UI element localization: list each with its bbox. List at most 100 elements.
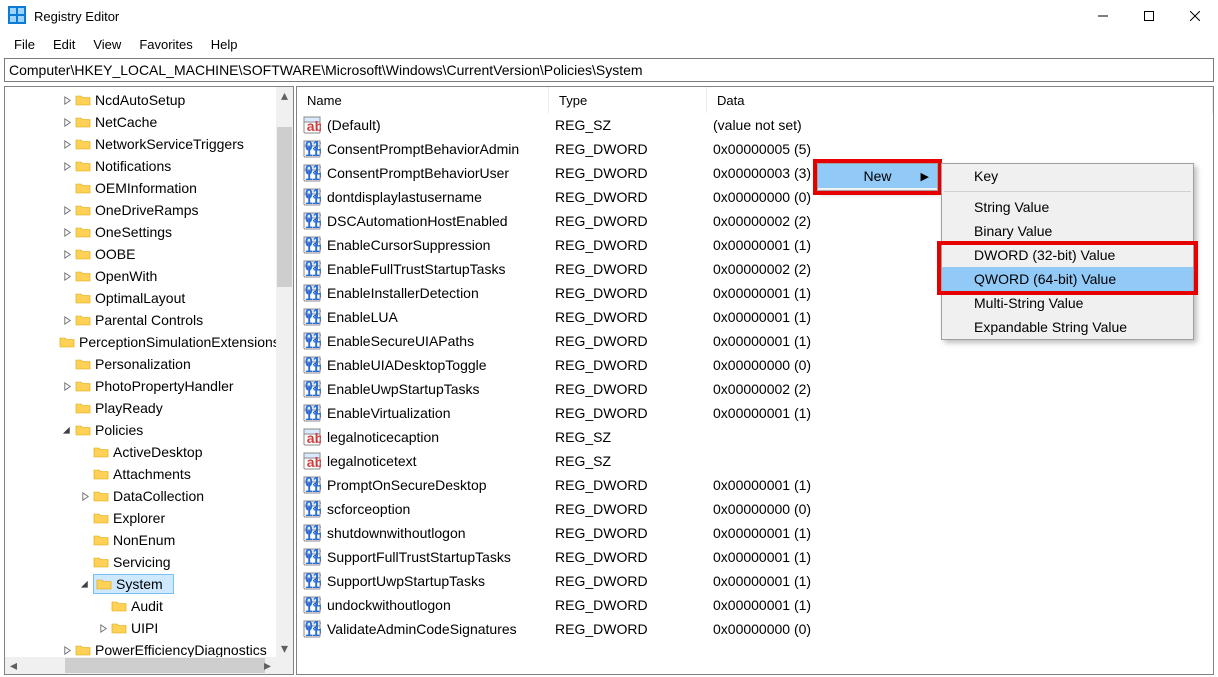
expand-icon[interactable] [59,158,75,174]
tree-item[interactable]: Personalization [5,353,276,375]
tree-item[interactable]: System [5,573,276,595]
address-bar[interactable]: Computer\HKEY_LOCAL_MACHINE\SOFTWARE\Mic… [4,58,1214,82]
menu-view[interactable]: View [85,35,129,54]
column-header-data[interactable]: Data [707,87,1213,113]
scroll-down-icon[interactable]: ▾ [276,640,293,657]
tree-item[interactable]: OneDriveRamps [5,199,276,221]
expand-icon[interactable] [59,378,75,394]
tree-item[interactable]: NonEnum [5,529,276,551]
list-row[interactable]: PromptOnSecureDesktopREG_DWORD0x00000001… [297,473,1213,497]
expand-icon[interactable] [59,312,75,328]
string-value-icon [303,428,321,446]
list-row[interactable]: (Default)REG_SZ(value not set) [297,113,1213,137]
context-menu-item[interactable]: String Value [942,195,1193,219]
tree-item[interactable]: PlayReady [5,397,276,419]
close-button[interactable] [1172,0,1218,32]
tree-item[interactable]: Explorer [5,507,276,529]
tree-item[interactable]: DataCollection [5,485,276,507]
value-name: DSCAutomationHostEnabled [327,213,508,229]
tree-item[interactable]: NetworkServiceTriggers [5,133,276,155]
tree-item[interactable]: OOBE [5,243,276,265]
value-name: dontdisplaylastusername [327,189,482,205]
tree-item[interactable]: NcdAutoSetup [5,89,276,111]
list-row[interactable]: ValidateAdminCodeSignaturesREG_DWORD0x00… [297,617,1213,641]
maximize-button[interactable] [1126,0,1172,32]
expand-icon[interactable] [59,114,75,130]
scroll-left-icon[interactable]: ◂ [5,657,22,674]
scroll-thumb[interactable] [277,127,292,287]
context-menu-item[interactable]: DWORD (32-bit) Value [942,243,1193,267]
collapse-icon[interactable] [59,422,75,438]
expand-icon[interactable] [59,268,75,284]
list-row[interactable]: SupportUwpStartupTasksREG_DWORD0x0000000… [297,569,1213,593]
tree-item[interactable]: PhotoPropertyHandler [5,375,276,397]
expand-icon[interactable] [59,246,75,262]
list-pane[interactable]: Name Type Data (Default)REG_SZ(value not… [296,86,1214,675]
minimize-button[interactable] [1080,0,1126,32]
tree-vertical-scrollbar[interactable]: ▴ ▾ [276,87,293,657]
tree-item[interactable]: Servicing [5,551,276,573]
list-row[interactable]: legalnoticecaptionREG_SZ [297,425,1213,449]
list-row[interactable]: EnableUwpStartupTasksREG_DWORD0x00000002… [297,377,1213,401]
tree-item[interactable]: OptimalLayout [5,287,276,309]
list-row[interactable]: EnableVirtualizationREG_DWORD0x00000001 … [297,401,1213,425]
expand-icon[interactable] [59,642,75,657]
tree-item[interactable]: PerceptionSimulationExtensions [5,331,276,353]
context-menu[interactable]: New ▶ [817,163,938,191]
context-menu-item[interactable]: Binary Value [942,219,1193,243]
tree-item[interactable]: Parental Controls [5,309,276,331]
tree-horizontal-scrollbar[interactable]: ◂ ▸ [5,657,276,674]
tree-item-label: PerceptionSimulationExtensions [79,334,276,350]
scroll-thumb[interactable] [65,658,265,673]
expand-icon[interactable] [95,620,111,636]
folder-icon [75,202,91,218]
expand-icon[interactable] [77,488,93,504]
menu-file[interactable]: File [6,35,43,54]
tree-item[interactable]: PowerEfficiencyDiagnostics [5,639,276,657]
tree-item[interactable]: UIPI [5,617,276,639]
tree[interactable]: NcdAutoSetupNetCacheNetworkServiceTrigge… [5,89,276,657]
list-row[interactable]: undockwithoutlogonREG_DWORD0x00000001 (1… [297,593,1213,617]
menu-favorites[interactable]: Favorites [131,35,200,54]
list-row[interactable]: legalnoticetextREG_SZ [297,449,1213,473]
expand-icon[interactable] [59,224,75,240]
tree-item-label: PhotoPropertyHandler [95,378,242,394]
column-header-name[interactable]: Name [297,87,549,113]
context-menu-item[interactable]: Multi-String Value [942,291,1193,315]
folder-icon [75,246,91,262]
binary-value-icon [303,404,321,422]
expand-icon[interactable] [59,136,75,152]
list-row[interactable]: EnableUIADesktopToggleREG_DWORD0x0000000… [297,353,1213,377]
expand-icon[interactable] [59,202,75,218]
tree-pane[interactable]: NcdAutoSetupNetCacheNetworkServiceTrigge… [4,86,294,675]
context-menu-item[interactable]: Key [942,164,1193,188]
context-menu-item-new[interactable]: New ▶ [818,164,937,188]
tree-item[interactable]: OEMInformation [5,177,276,199]
list-header: Name Type Data [297,87,1213,113]
list-row[interactable]: shutdownwithoutlogonREG_DWORD0x00000001 … [297,521,1213,545]
scroll-up-icon[interactable]: ▴ [276,87,293,104]
tree-item[interactable]: NetCache [5,111,276,133]
menu-edit[interactable]: Edit [45,35,83,54]
list-row[interactable]: scforceoptionREG_DWORD0x00000000 (0) [297,497,1213,521]
submenu-arrow-icon: ▶ [921,170,929,183]
value-type: REG_DWORD [549,525,707,541]
value-name: EnableUwpStartupTasks [327,381,480,397]
tree-item[interactable]: Notifications [5,155,276,177]
tree-item[interactable]: Audit [5,595,276,617]
tree-item[interactable]: OneSettings [5,221,276,243]
scroll-right-icon[interactable]: ▸ [259,657,276,674]
tree-item[interactable]: ActiveDesktop [5,441,276,463]
menu-help[interactable]: Help [203,35,246,54]
context-submenu-new[interactable]: Key String ValueBinary ValueDWORD (32-bit… [941,163,1194,340]
expand-icon[interactable] [59,92,75,108]
collapse-icon[interactable] [77,576,93,592]
tree-item[interactable]: Attachments [5,463,276,485]
column-header-type[interactable]: Type [549,87,707,113]
list-row[interactable]: ConsentPromptBehaviorAdminREG_DWORD0x000… [297,137,1213,161]
context-menu-item[interactable]: Expandable String Value [942,315,1193,339]
list-row[interactable]: SupportFullTrustStartupTasksREG_DWORD0x0… [297,545,1213,569]
context-menu-item[interactable]: QWORD (64-bit) Value [942,267,1193,291]
tree-item[interactable]: Policies [5,419,276,441]
tree-item[interactable]: OpenWith [5,265,276,287]
